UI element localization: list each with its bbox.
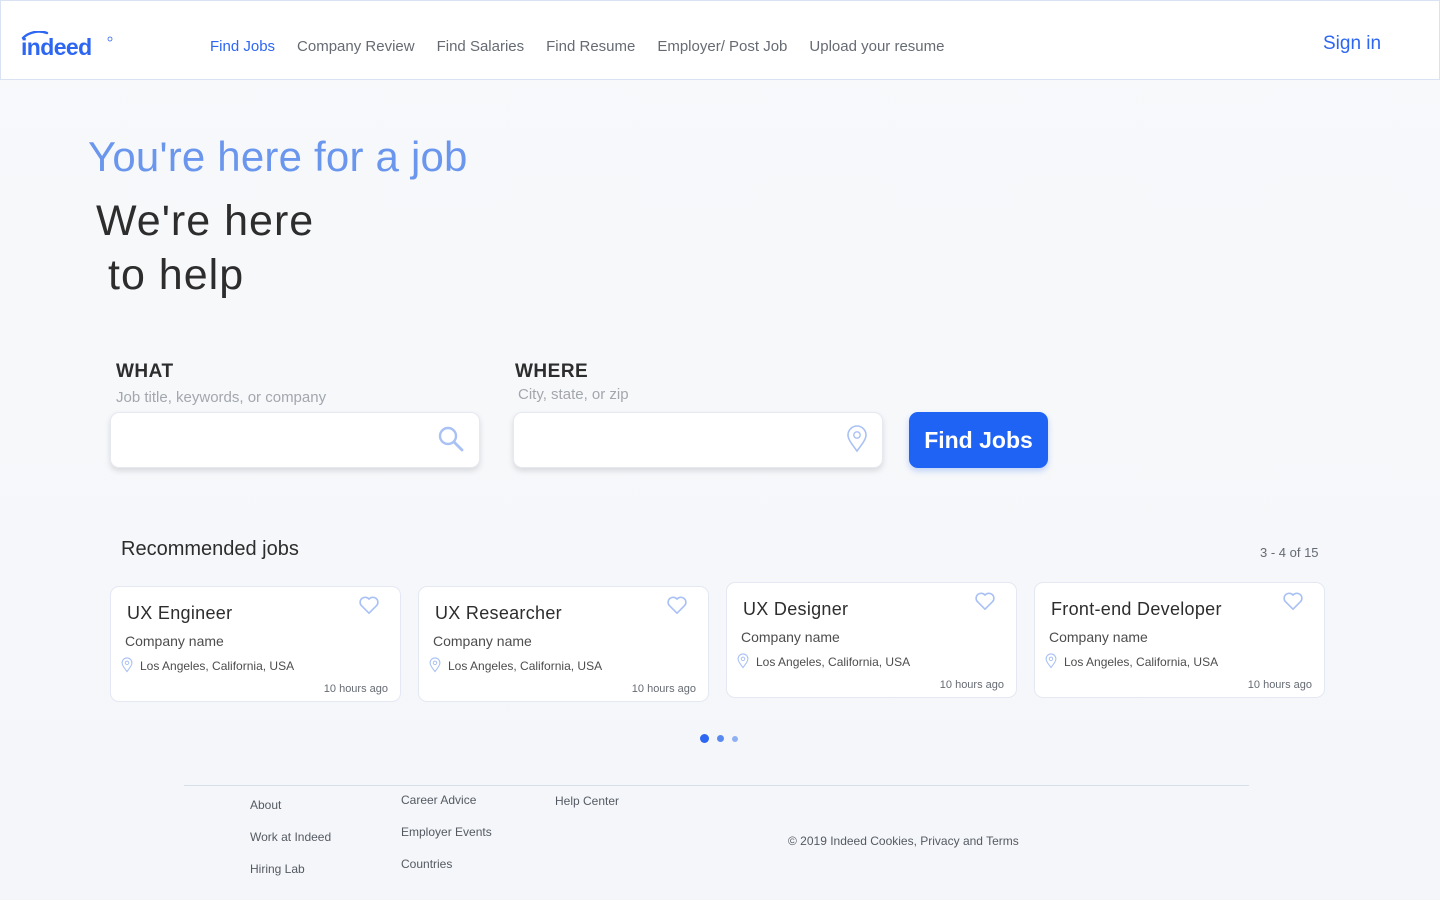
where-hint: City, state, or zip <box>518 386 629 403</box>
job-card[interactable]: Front-end Developer Company name Los Ang… <box>1034 582 1325 698</box>
footer-link-career-advice[interactable]: Career Advice <box>401 793 476 807</box>
footer-link-work-at-indeed[interactable]: Work at Indeed <box>250 830 331 844</box>
svg-text:indeed: indeed <box>21 34 92 59</box>
footer-link-countries[interactable]: Countries <box>401 857 452 871</box>
pagination-dot-1[interactable] <box>700 734 709 743</box>
job-card[interactable]: UX Researcher Company name Los Angeles, … <box>418 586 709 702</box>
hero-headline: We're here to help <box>96 194 314 302</box>
job-company: Company name <box>433 633 532 649</box>
location-pin-icon <box>1045 653 1057 674</box>
job-posted-time: 10 hours ago <box>323 683 388 695</box>
what-label: WHAT <box>116 361 174 382</box>
job-company: Company name <box>125 633 224 649</box>
job-card[interactable]: UX Engineer Company name Los Angeles, Ca… <box>110 586 401 702</box>
where-field[interactable] <box>513 412 883 468</box>
nav-company-review[interactable]: Company Review <box>297 38 415 55</box>
location-pin-icon <box>737 653 749 674</box>
hero-headline-line2: to help <box>108 251 245 299</box>
footer-link-about[interactable]: About <box>250 798 281 812</box>
nav-upload-resume[interactable]: Upload your resume <box>809 38 944 55</box>
heart-icon[interactable] <box>358 595 380 620</box>
footer-divider <box>184 785 1249 786</box>
job-title[interactable]: Front-end Developer <box>1051 599 1222 620</box>
pagination-dot-2[interactable] <box>717 735 724 742</box>
heart-icon[interactable] <box>1282 591 1304 616</box>
job-location: Los Angeles, California, USA <box>140 659 295 673</box>
what-hint: Job title, keywords, or company <box>116 389 327 406</box>
recommended-jobs-count: 3 - 4 of 15 <box>1260 545 1319 560</box>
nav-employer-post-job[interactable]: Employer/ Post Job <box>657 38 787 55</box>
pagination-dot-3[interactable] <box>732 735 738 742</box>
nav-find-salaries[interactable]: Find Salaries <box>437 38 525 55</box>
job-title[interactable]: UX Engineer <box>127 603 232 624</box>
where-label: WHERE <box>515 361 589 382</box>
job-location: Los Angeles, California, USA <box>756 655 911 669</box>
job-posted-time: 10 hours ago <box>631 683 696 695</box>
nav-find-resume[interactable]: Find Resume <box>546 38 635 55</box>
location-pin-icon[interactable] <box>846 425 868 458</box>
job-posted-time: 10 hours ago <box>939 679 1004 691</box>
location-pin-icon <box>429 657 441 678</box>
sign-in-link[interactable]: Sign in <box>1323 33 1381 55</box>
job-title[interactable]: UX Researcher <box>435 603 562 624</box>
nav-find-jobs[interactable]: Find Jobs <box>210 38 275 55</box>
search-icon[interactable] <box>437 425 465 458</box>
indeed-logo[interactable]: indeed <box>21 30 113 64</box>
where-input[interactable] <box>530 427 834 455</box>
what-field[interactable] <box>110 412 480 468</box>
heart-icon[interactable] <box>666 595 688 620</box>
hero-headline-line1: We're here <box>96 197 315 245</box>
job-title[interactable]: UX Designer <box>743 599 848 620</box>
job-location: Los Angeles, California, USA <box>1064 655 1219 669</box>
top-header: indeed Find Jobs Company Review Find Sal… <box>0 0 1440 80</box>
find-jobs-button[interactable]: Find Jobs <box>909 412 1048 468</box>
job-posted-time: 10 hours ago <box>1247 679 1312 691</box>
footer-link-hiring-lab[interactable]: Hiring Lab <box>250 862 305 876</box>
job-location: Los Angeles, California, USA <box>448 659 603 673</box>
footer-link-employer-events[interactable]: Employer Events <box>401 825 492 839</box>
carousel-pagination <box>700 734 746 743</box>
heart-icon[interactable] <box>974 591 996 616</box>
what-input[interactable] <box>127 427 431 455</box>
job-card[interactable]: UX Designer Company name Los Angeles, Ca… <box>726 582 1017 698</box>
job-company: Company name <box>741 629 840 645</box>
hero-tagline: You're here for a job <box>88 133 468 180</box>
job-company: Company name <box>1049 629 1148 645</box>
recommended-jobs-title: Recommended jobs <box>121 538 299 560</box>
footer-link-help-center[interactable]: Help Center <box>555 794 619 808</box>
location-pin-icon <box>121 657 133 678</box>
indeed-logo-mark: indeed <box>21 30 113 60</box>
footer-copyright[interactable]: © 2019 Indeed Cookies, Privacy and Terms <box>788 834 1019 848</box>
main-nav: Find Jobs Company Review Find Salaries F… <box>210 38 966 55</box>
